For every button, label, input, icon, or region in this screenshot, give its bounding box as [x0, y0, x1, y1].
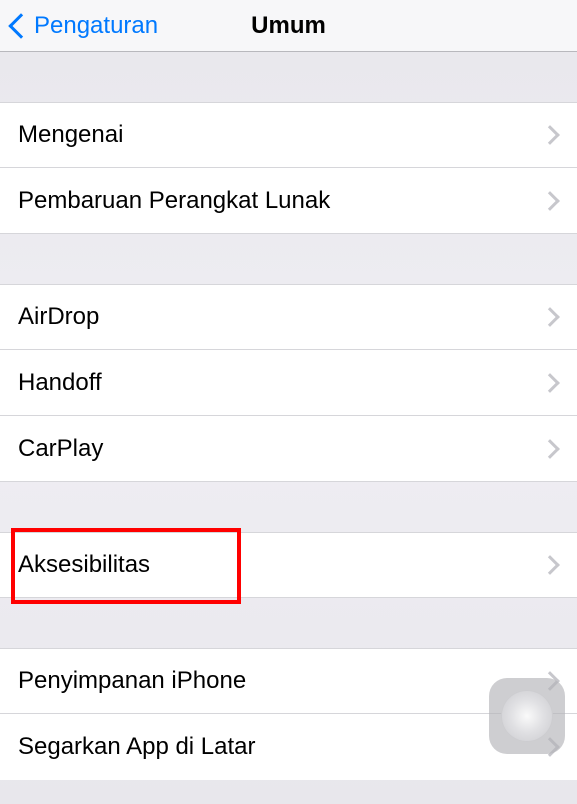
row-label: Pembaruan Perangkat Lunak — [18, 187, 330, 215]
back-label: Pengaturan — [34, 12, 158, 40]
section-accessibility: Aksesibilitas — [0, 532, 577, 598]
chevron-right-icon — [540, 373, 560, 393]
back-button[interactable]: Pengaturan — [8, 12, 158, 40]
section-about: Mengenai Pembaruan Perangkat Lunak — [0, 102, 577, 234]
row-about[interactable]: Mengenai — [0, 102, 577, 168]
assistive-touch-icon — [501, 690, 553, 742]
row-label: CarPlay — [18, 435, 103, 463]
row-label: Aksesibilitas — [18, 551, 150, 579]
row-handoff[interactable]: Handoff — [0, 350, 577, 416]
row-label: Penyimpanan iPhone — [18, 667, 246, 695]
row-label: AirDrop — [18, 303, 99, 331]
chevron-right-icon — [540, 555, 560, 575]
chevron-left-icon — [8, 13, 33, 38]
page-title: Umum — [251, 12, 326, 40]
row-accessibility[interactable]: Aksesibilitas — [0, 532, 577, 598]
row-airdrop[interactable]: AirDrop — [0, 284, 577, 350]
assistive-touch-button[interactable] — [489, 678, 565, 754]
chevron-right-icon — [540, 191, 560, 211]
section-airdrop: AirDrop Handoff CarPlay — [0, 284, 577, 482]
navigation-bar: Pengaturan Umum — [0, 0, 577, 52]
row-software-update[interactable]: Pembaruan Perangkat Lunak — [0, 168, 577, 234]
chevron-right-icon — [540, 439, 560, 459]
chevron-right-icon — [540, 307, 560, 327]
row-label: Mengenai — [18, 121, 123, 149]
row-label: Segarkan App di Latar — [18, 733, 256, 761]
row-label: Handoff — [18, 369, 102, 397]
row-carplay[interactable]: CarPlay — [0, 416, 577, 482]
chevron-right-icon — [540, 125, 560, 145]
